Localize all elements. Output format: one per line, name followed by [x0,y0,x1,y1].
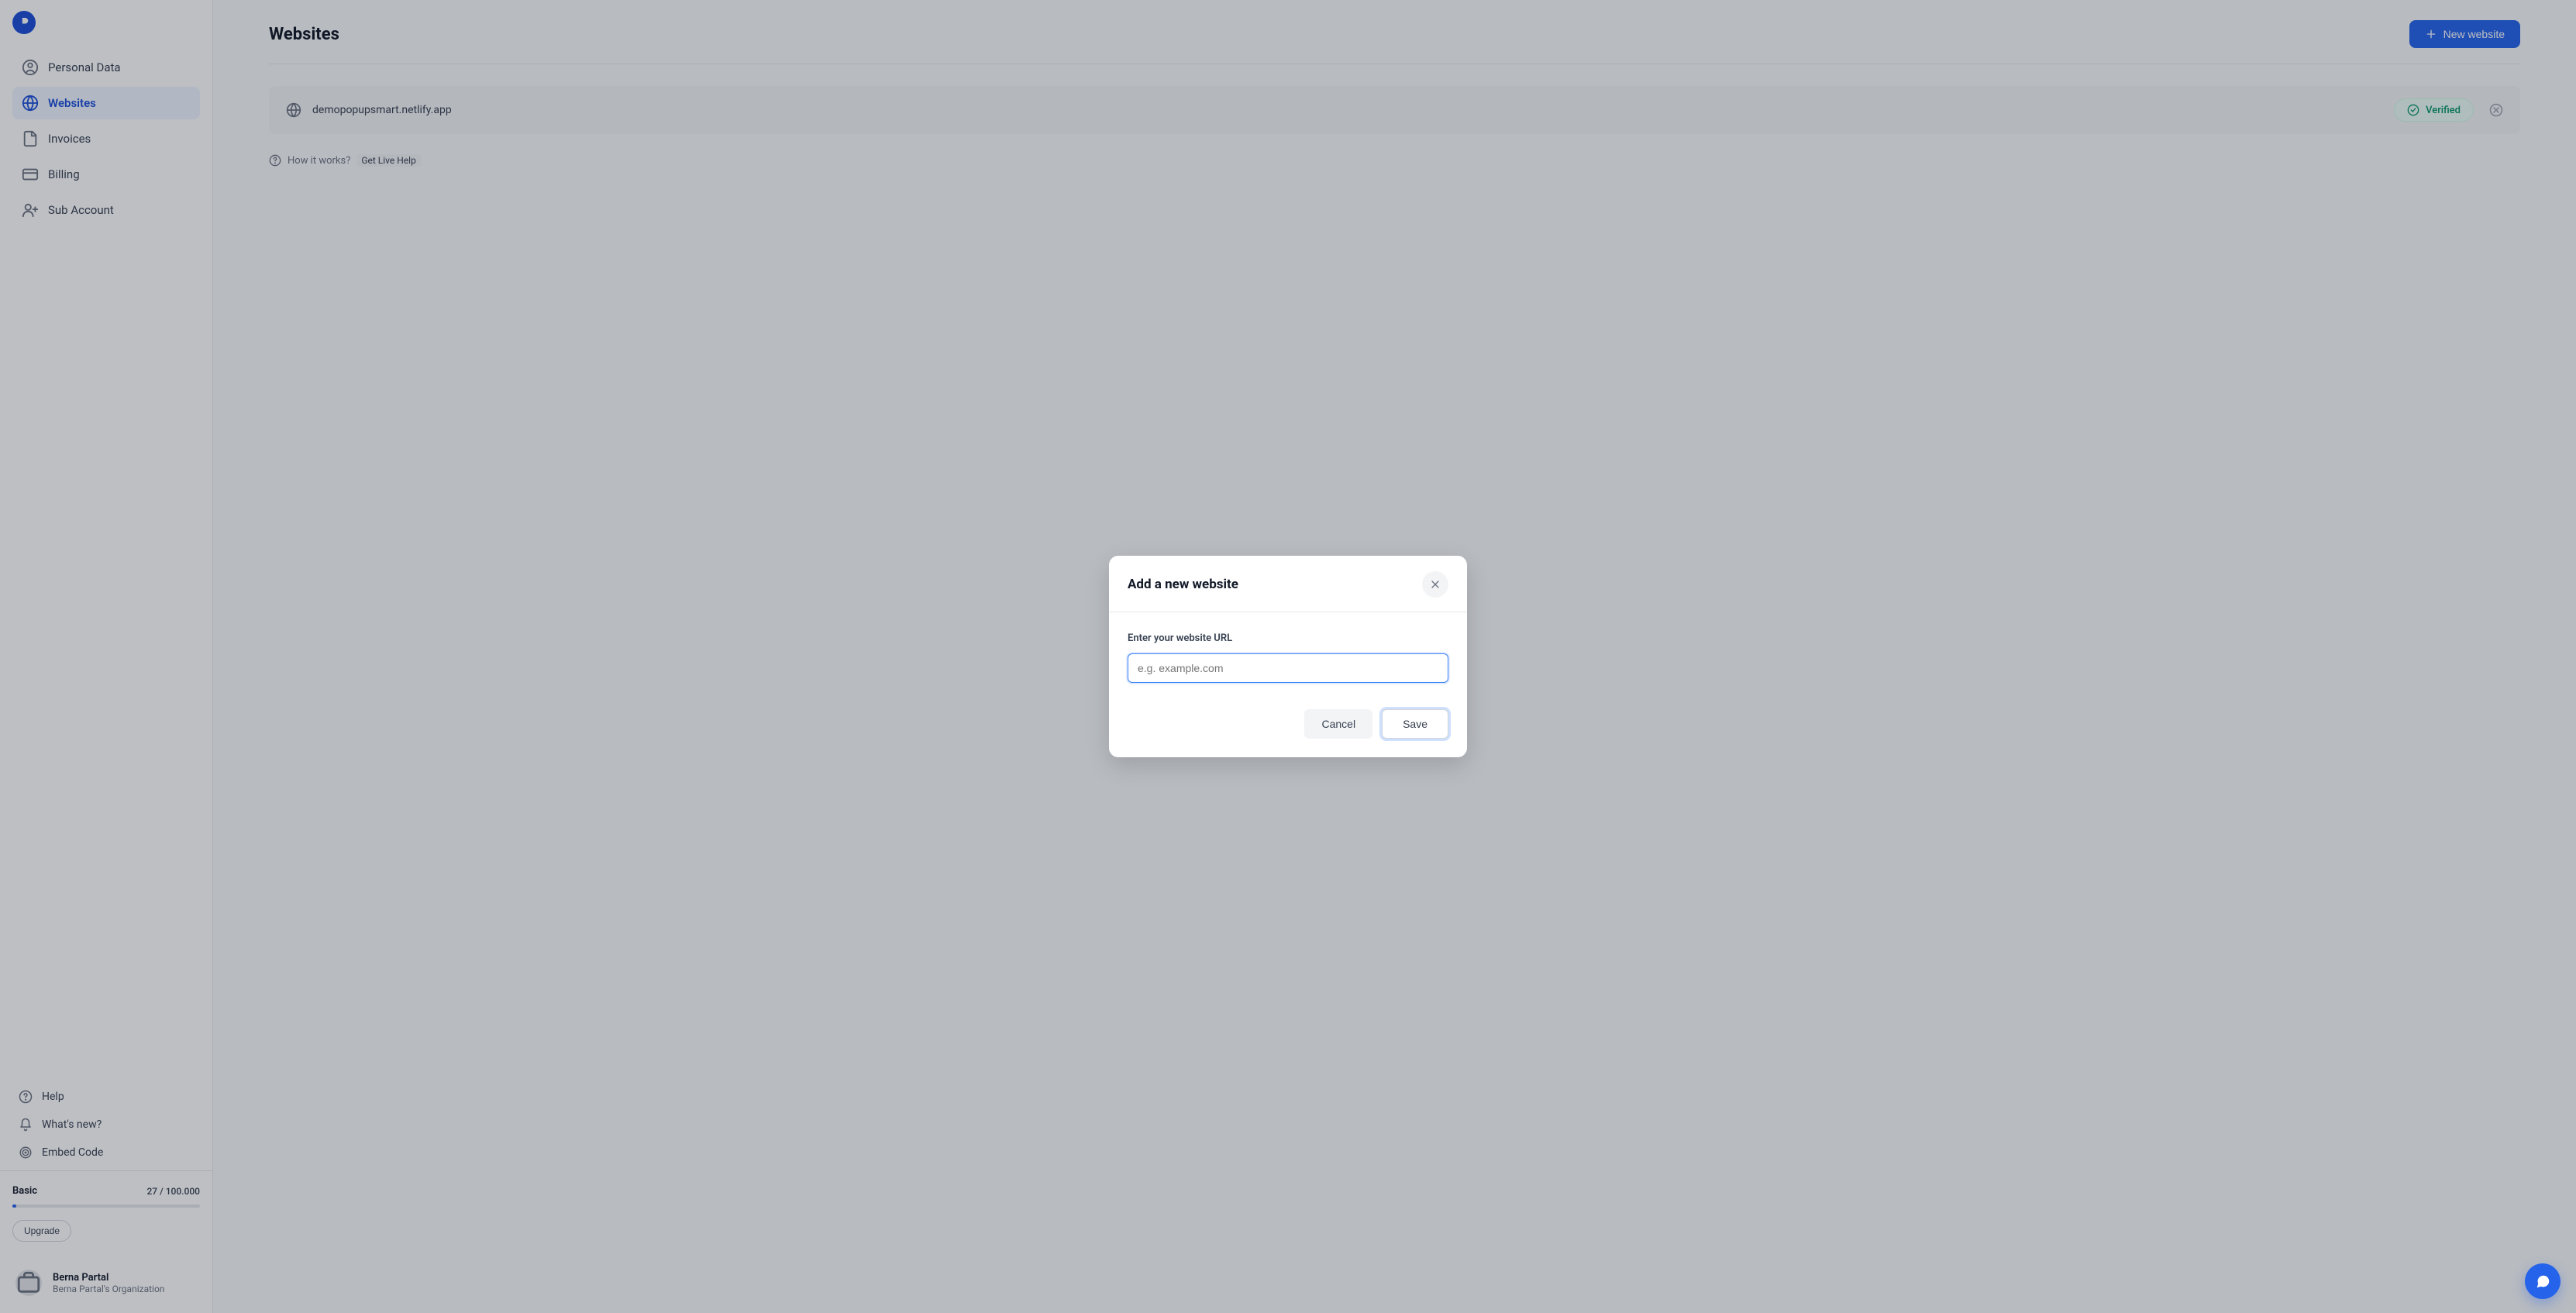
chat-icon [2534,1273,2551,1290]
modal-title: Add a new website [1128,577,1238,592]
modal-actions: Cancel Save [1109,689,1467,757]
app-root: Personal Data Websites Invoices Billing … [0,0,2576,1313]
url-field-label: Enter your website URL [1128,632,1448,644]
modal-close-button[interactable] [1422,571,1448,598]
save-button[interactable]: Save [1382,709,1448,739]
close-icon [1429,578,1441,591]
cancel-button[interactable]: Cancel [1304,709,1372,739]
add-website-modal: Add a new website Enter your website URL… [1109,556,1467,757]
chat-launcher-button[interactable] [2525,1263,2561,1299]
website-url-input[interactable] [1128,653,1448,683]
modal-backdrop[interactable]: Add a new website Enter your website URL… [0,0,2576,1313]
modal-header: Add a new website [1109,556,1467,612]
modal-body: Enter your website URL [1109,612,1467,689]
